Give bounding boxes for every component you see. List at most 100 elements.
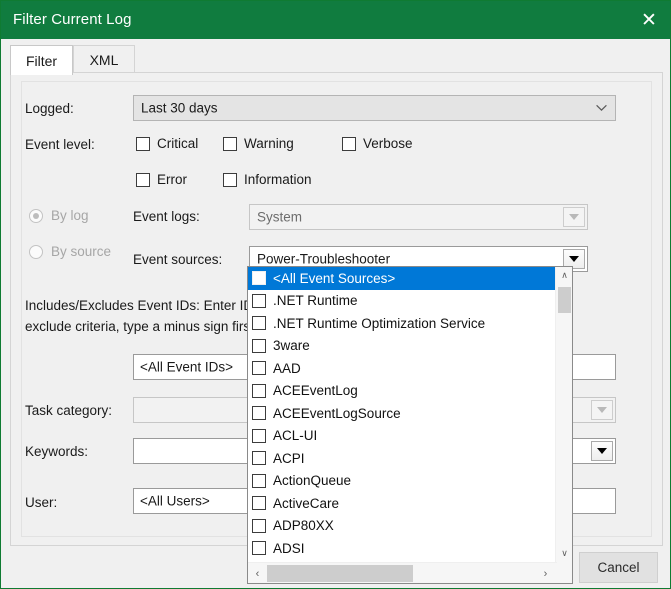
checkbox-error[interactable]: Error <box>136 172 187 187</box>
dropdown-list-item[interactable]: ActiveCare <box>248 492 555 515</box>
scroll-down-icon[interactable]: ∨ <box>556 545 572 562</box>
scroll-right-icon[interactable]: › <box>537 563 554 583</box>
checkbox-box[interactable] <box>252 383 266 398</box>
checkbox-box <box>223 172 237 187</box>
horizontal-scrollbar-thumb[interactable] <box>267 565 413 582</box>
tab-xml[interactable]: XML <box>73 45 135 73</box>
dropdown-list-item[interactable]: ActionQueue <box>248 470 555 493</box>
triangle-down-icon <box>569 256 579 262</box>
radio-dot <box>29 208 43 223</box>
checkbox-box[interactable] <box>252 293 266 308</box>
dropdown-list-item-label: ACPI <box>273 450 305 466</box>
dropdown-list-item-label: ADSI <box>273 540 305 556</box>
checkbox-label: Error <box>157 172 187 187</box>
tab-strip: Filter XML <box>10 45 663 75</box>
checkbox-box[interactable] <box>252 406 266 421</box>
event-level-label: Event level: <box>25 137 95 152</box>
checkbox-box[interactable] <box>252 541 266 556</box>
checkbox-box[interactable] <box>252 428 266 443</box>
dropdown-list-item[interactable]: 3ware <box>248 335 555 358</box>
user-value: <All Users> <box>140 493 210 509</box>
logged-value: Last 30 days <box>141 100 218 116</box>
checkbox-box <box>136 172 150 187</box>
dropdown-list-item[interactable]: ACEEventLogSource <box>248 402 555 425</box>
dropdown-list-item[interactable]: .NET Runtime Optimization Service <box>248 312 555 335</box>
user-label: User: <box>25 495 58 510</box>
radio-by-source[interactable]: By source <box>29 244 111 259</box>
keywords-label: Keywords: <box>25 444 89 459</box>
dropdown-list-item-label: AAD <box>273 360 301 376</box>
dropdown-button[interactable] <box>591 400 613 420</box>
vertical-scrollbar-thumb[interactable] <box>558 287 571 313</box>
checkbox-box <box>136 136 150 151</box>
filter-current-log-dialog: Filter Current Log ✕ Filter XML Logged: … <box>0 0 671 589</box>
checkbox-box[interactable] <box>252 316 266 331</box>
checkbox-verbose[interactable]: Verbose <box>342 136 413 151</box>
dropdown-list-item-label: ActionQueue <box>273 473 352 489</box>
triangle-down-icon <box>597 407 607 413</box>
dropdown-horizontal-scrollbar[interactable]: ‹ › <box>248 562 572 583</box>
dropdown-list-item-label: .NET Runtime <box>273 293 358 309</box>
dropdown-list-item-label: ActiveCare <box>273 495 340 511</box>
checkbox-box[interactable] <box>252 473 266 488</box>
cancel-button[interactable]: Cancel <box>579 552 658 583</box>
scroll-left-icon[interactable]: ‹ <box>249 563 266 583</box>
checkbox-box[interactable] <box>252 496 266 511</box>
event-logs-label: Event logs: <box>133 209 200 224</box>
radio-label: By source <box>51 244 112 259</box>
dropdown-list-item-label: <All Event Sources> <box>273 270 396 286</box>
task-category-label: Task category: <box>25 403 113 418</box>
dropdown-list-item-label: ACEEventLogSource <box>273 405 401 421</box>
checkbox-information[interactable]: Information <box>223 172 312 187</box>
dropdown-list-item-label: ADP80XX <box>273 518 334 534</box>
checkbox-box[interactable] <box>252 361 266 376</box>
dropdown-list-item-label: .NET Runtime Optimization Service <box>273 315 486 331</box>
dropdown-list-item[interactable]: ADP80XX <box>248 515 555 538</box>
checkbox-box[interactable] <box>252 271 266 286</box>
event-sources-dropdown-list: <All Event Sources> .NET Runtime .NET Runt… <box>247 266 573 584</box>
scroll-up-icon[interactable]: ∧ <box>556 267 572 284</box>
triangle-down-icon <box>569 214 579 220</box>
checkbox-box <box>223 136 237 151</box>
event-logs-value: System <box>257 209 303 225</box>
radio-dot <box>29 244 43 259</box>
event-ids-value: <All Event IDs> <box>140 359 234 375</box>
checkbox-box[interactable] <box>252 451 266 466</box>
close-icon[interactable]: ✕ <box>626 1 670 39</box>
dropdown-list-item[interactable]: ACL-UI <box>248 425 555 448</box>
checkbox-box[interactable] <box>252 338 266 353</box>
dropdown-button[interactable] <box>563 207 585 227</box>
event-logs-combobox[interactable]: System <box>249 204 588 230</box>
tab-filter[interactable]: Filter <box>10 45 73 75</box>
checkbox-label: Verbose <box>363 136 413 151</box>
radio-by-log[interactable]: By log <box>29 208 89 223</box>
dropdown-list-item[interactable]: .NET Runtime <box>248 290 555 313</box>
logged-combobox[interactable]: Last 30 days <box>133 95 616 121</box>
dropdown-items-container: <All Event Sources> .NET Runtime .NET Runt… <box>248 267 555 562</box>
checkbox-box <box>342 136 356 151</box>
radio-label: By log <box>51 208 89 223</box>
event-sources-value: Power-Troubleshooter <box>257 251 391 267</box>
checkbox-label: Warning <box>244 136 294 151</box>
dropdown-list-item[interactable]: ADSI <box>248 537 555 560</box>
logged-label: Logged: <box>25 101 74 116</box>
window-title: Filter Current Log <box>13 11 132 28</box>
triangle-down-icon <box>597 448 607 454</box>
dropdown-list-item[interactable]: ACEEventLog <box>248 380 555 403</box>
dropdown-list-item[interactable]: <All Event Sources> <box>248 267 555 290</box>
checkbox-warning[interactable]: Warning <box>223 136 294 151</box>
chevron-down-icon <box>596 104 607 112</box>
checkbox-box[interactable] <box>252 518 266 533</box>
event-sources-label: Event sources: <box>133 252 223 267</box>
dropdown-list-item[interactable]: AAD <box>248 357 555 380</box>
checkbox-label: Critical <box>157 136 199 151</box>
scrollbar-corner <box>557 562 572 583</box>
checkbox-label: Information <box>244 172 312 187</box>
dropdown-list-item[interactable]: ACPI <box>248 447 555 470</box>
dropdown-vertical-scrollbar[interactable]: ∧ ∨ <box>555 267 572 562</box>
dropdown-list-item-label: ACEEventLog <box>273 383 358 399</box>
dropdown-button[interactable] <box>591 441 613 461</box>
dropdown-list-item-label: ACL-UI <box>273 428 318 444</box>
checkbox-critical[interactable]: Critical <box>136 136 198 151</box>
dropdown-list-item-label: 3ware <box>273 338 310 354</box>
